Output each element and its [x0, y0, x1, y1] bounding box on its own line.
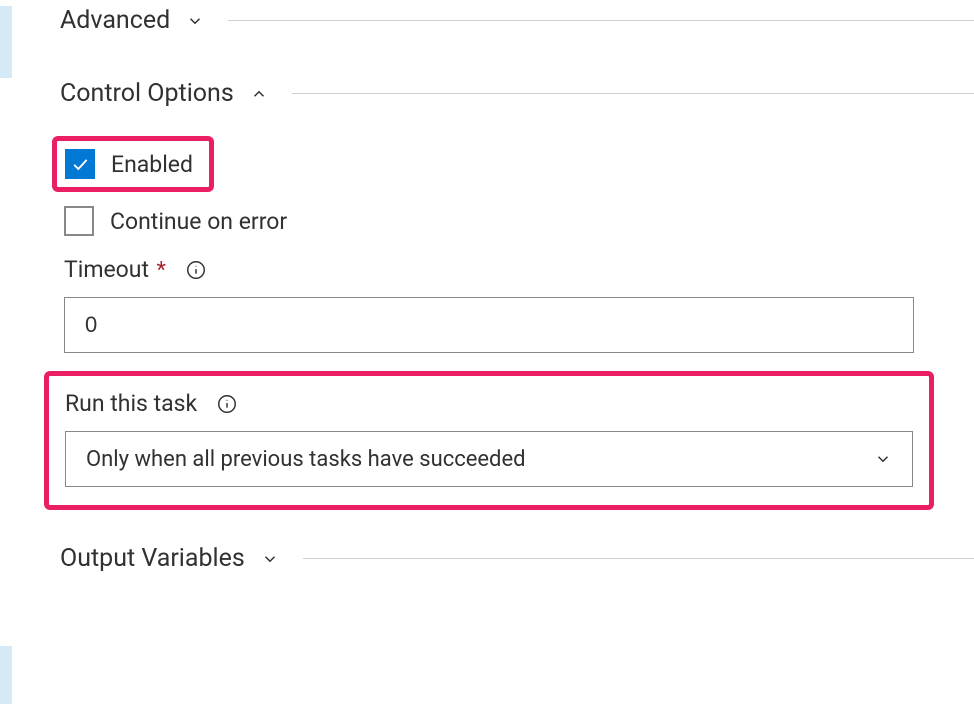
enabled-checkbox[interactable] [65, 149, 95, 179]
required-indicator: * [156, 258, 165, 283]
timeout-label: Timeout * [64, 256, 166, 283]
info-icon[interactable] [215, 392, 239, 416]
enabled-label: Enabled [111, 151, 193, 178]
chevron-up-icon [248, 83, 270, 105]
divider [292, 93, 974, 94]
left-rail [0, 6, 12, 704]
run-this-task-select[interactable]: Only when all previous tasks have succee… [65, 431, 913, 487]
run-this-task-selected-value: Only when all previous tasks have succee… [86, 447, 526, 472]
chevron-down-icon [259, 548, 281, 570]
continue-on-error-label: Continue on error [110, 208, 287, 235]
highlight-enabled: Enabled [52, 136, 214, 192]
continue-on-error-row: Continue on error [64, 206, 914, 236]
section-header-output-variables[interactable]: Output Variables [60, 544, 974, 573]
run-this-task-label-row: Run this task [65, 390, 913, 417]
run-this-task-label: Run this task [65, 390, 197, 417]
section-title-control-options: Control Options [60, 79, 234, 108]
section-header-control-options[interactable]: Control Options [60, 79, 974, 108]
highlight-run-this-task: Run this task Only when all previous tas… [44, 371, 934, 510]
section-title-advanced: Advanced [60, 6, 170, 35]
control-options-body: Enabled Continue on error Timeout * Run … [64, 136, 914, 510]
section-title-output-variables: Output Variables [60, 544, 245, 573]
info-icon[interactable] [184, 258, 208, 282]
divider [303, 558, 974, 559]
continue-on-error-checkbox[interactable] [64, 206, 94, 236]
chevron-down-icon [184, 10, 206, 32]
timeout-label-row: Timeout * [64, 256, 914, 283]
section-header-advanced[interactable]: Advanced [60, 6, 974, 35]
divider [228, 20, 974, 21]
timeout-input[interactable] [64, 297, 914, 353]
chevron-down-icon [872, 448, 894, 470]
